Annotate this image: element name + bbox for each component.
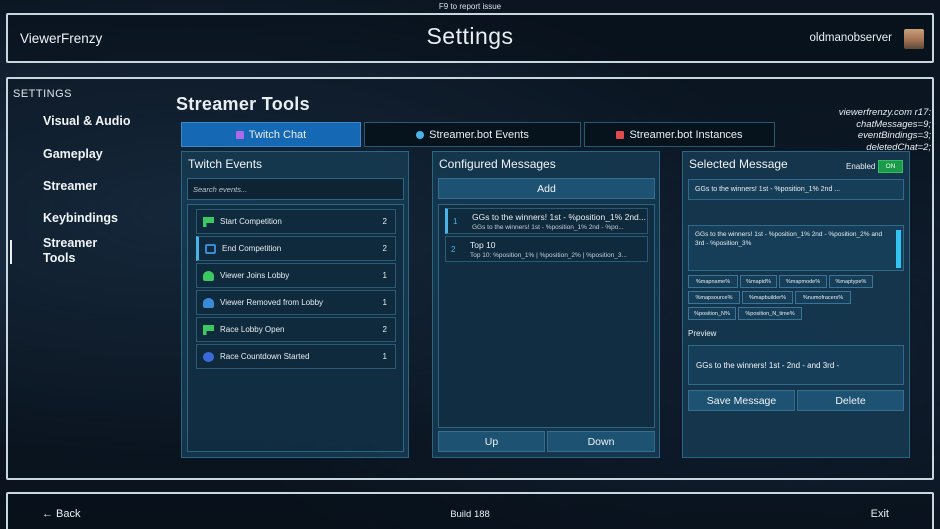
token-chip[interactable]: %mapmode% [779, 275, 827, 288]
page-title: Settings [426, 23, 514, 49]
event-row-race-countdown[interactable]: Race Countdown Started 1 [196, 344, 396, 369]
exit-button[interactable]: Exit [871, 508, 889, 520]
message-name-field[interactable]: GGs to the winners! 1st - %position_1% 2… [688, 179, 904, 200]
tab-label: Streamer.bot Events [429, 128, 529, 141]
event-row-race-lobby-open[interactable]: Race Lobby Open 2 [196, 317, 396, 342]
token-chip[interactable]: %numofracers% [795, 291, 851, 304]
event-label: Race Countdown Started [220, 352, 310, 361]
message-body-field[interactable]: GGs to the winners! 1st - %position_1% 2… [688, 225, 904, 271]
token-chip[interactable]: %mapname% [688, 275, 738, 288]
event-row-viewer-removed[interactable]: Viewer Removed from Lobby 1 [196, 290, 396, 315]
token-chip[interactable]: %position_N% [688, 307, 736, 320]
preview-box: GGs to the winners! 1st - 2nd - and 3rd … [688, 345, 904, 385]
user-join-icon [203, 270, 214, 281]
events-list: Start Competition 2 End Competition 2 Vi… [187, 204, 404, 452]
timer-icon [203, 351, 214, 362]
twitch-events-panel: Twitch Events Start Competition 2 End Co… [181, 151, 409, 458]
token-chip[interactable]: %position_N_time% [738, 307, 802, 320]
tab-streamerbot-instances[interactable]: Streamer.bot Instances [584, 122, 775, 147]
selected-message-panel: Selected Message Enabled ON GGs to the w… [682, 151, 910, 458]
panel-title: Configured Messages [439, 157, 556, 171]
debug-line: chatMessages=9; [856, 118, 931, 130]
message-body-text: GGs to the winners! 1st - %position_1% 2… [695, 231, 883, 247]
message-number: 2 [451, 245, 456, 254]
sidebar-active-indicator [10, 240, 12, 264]
token-chip[interactable]: %mapid% [740, 275, 777, 288]
message-title: Top 10 [470, 240, 496, 250]
configured-messages-panel: Configured Messages Add 1 GGs to the win… [432, 151, 660, 458]
panel-title: Selected Message [689, 157, 788, 171]
event-count: 2 [382, 325, 387, 334]
enabled-toggle[interactable]: ON [878, 160, 903, 173]
token-chip[interactable]: %mapsource% [688, 291, 740, 304]
sidebar-item-gameplay[interactable]: Gameplay [43, 147, 103, 161]
message-row[interactable]: 1 GGs to the winners! 1st - %position_1%… [445, 208, 648, 234]
finish-flag-icon [205, 243, 216, 254]
event-count: 1 [382, 271, 387, 280]
messages-list: 1 GGs to the winners! 1st - %position_1%… [438, 204, 655, 428]
section-title: Streamer Tools [176, 94, 310, 114]
flag-icon [203, 324, 214, 335]
event-label: Viewer Joins Lobby [220, 271, 290, 280]
message-preview: GGs to the winners! 1st - %position_1% 2… [472, 224, 624, 231]
panel-title: Twitch Events [188, 157, 263, 171]
build-label: Build 188 [450, 509, 490, 520]
save-message-button[interactable]: Save Message [688, 390, 795, 411]
event-label: Race Lobby Open [220, 325, 285, 334]
message-preview: Top 10: %position_1% | %position_2% | %p… [470, 252, 627, 259]
debug-line: viewerfrenzy.com r17: [838, 107, 931, 118]
sidebar-heading: SETTINGS [13, 88, 73, 100]
debug-info: viewerfrenzy.com r17: chatMessages=9; ev… [839, 107, 931, 153]
tab-label: Streamer.bot Instances [629, 128, 743, 141]
flag-icon [203, 216, 214, 227]
message-number: 1 [453, 217, 458, 226]
streamerbot-icon [416, 130, 425, 139]
delete-button[interactable]: Delete [797, 390, 904, 411]
preview-label: Preview [688, 329, 717, 338]
message-row[interactable]: 2 Top 10 Top 10: %position_1% | %positio… [445, 236, 648, 262]
report-issue-hint: F9 to report issue [438, 2, 502, 11]
sidebar-item-streamer-tools[interactable]: Streamer Tools [43, 236, 113, 266]
tab-label: Twitch Chat [248, 128, 307, 141]
tab-twitch-chat[interactable]: Twitch Chat [181, 122, 361, 147]
event-count: 1 [382, 352, 387, 361]
sidebar-item-visual-audio[interactable]: Visual & Audio [43, 114, 131, 128]
text-scrollbar[interactable] [896, 230, 901, 268]
event-count: 1 [382, 298, 387, 307]
debug-line: eventBindings=3; [857, 130, 931, 141]
token-chip[interactable]: %mapbuilder% [742, 291, 793, 304]
event-count: 2 [382, 244, 387, 253]
add-message-button[interactable]: Add [438, 178, 655, 199]
user-remove-icon [203, 297, 214, 308]
cube-icon [616, 130, 625, 139]
event-label: Viewer Removed from Lobby [220, 298, 324, 307]
event-count: 2 [382, 217, 387, 226]
header-bar: ViewerFrenzy Settings oldmanobserver [6, 13, 934, 63]
move-up-button[interactable]: Up [438, 431, 545, 452]
event-row-start-competition[interactable]: Start Competition 2 [196, 209, 396, 234]
sidebar-item-keybindings[interactable]: Keybindings [43, 211, 118, 225]
tab-streamerbot-events[interactable]: Streamer.bot Events [364, 122, 581, 147]
move-down-button[interactable]: Down [547, 431, 655, 452]
enabled-label: Enabled [846, 162, 876, 171]
event-label: Start Competition [220, 217, 282, 226]
twitch-icon [235, 130, 244, 139]
sidebar-item-streamer[interactable]: Streamer [43, 179, 97, 193]
event-row-end-competition[interactable]: End Competition 2 [196, 236, 396, 261]
avatar[interactable] [904, 29, 924, 49]
message-title: GGs to the winners! 1st - %position_1% 2… [472, 212, 646, 222]
event-row-viewer-joins-lobby[interactable]: Viewer Joins Lobby 1 [196, 263, 396, 288]
event-search-input[interactable] [187, 178, 404, 200]
username[interactable]: oldmanobserver [810, 32, 892, 44]
token-chip[interactable]: %maptype% [829, 275, 873, 288]
event-label: End Competition [222, 244, 282, 253]
preview-text: GGs to the winners! 1st - 2nd - and 3rd … [696, 360, 840, 370]
